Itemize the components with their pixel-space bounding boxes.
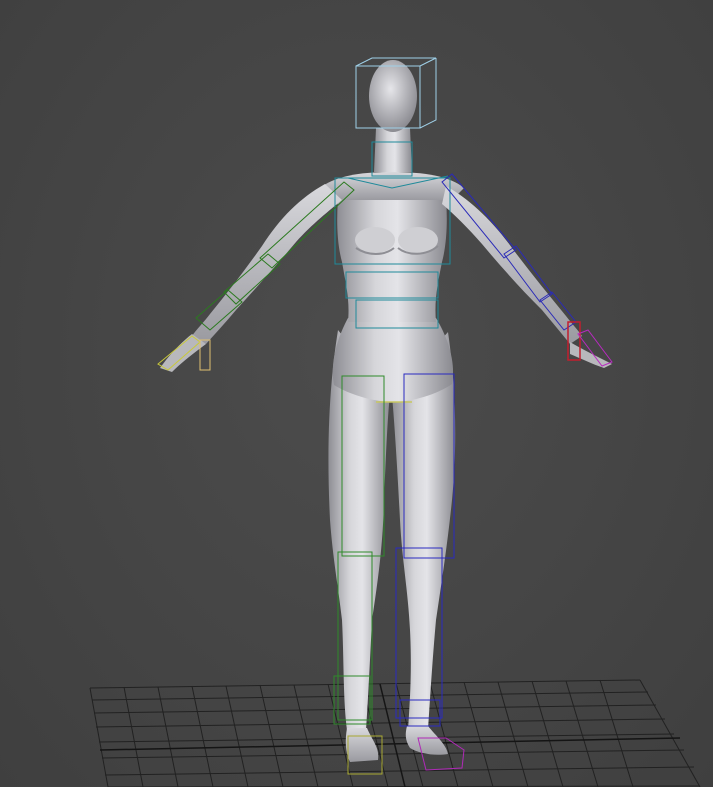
- right-foot-mesh: [405, 726, 448, 755]
- left-hand-mesh: [160, 334, 206, 372]
- pelvis-mesh: [332, 318, 454, 402]
- home-grid: [89, 679, 701, 787]
- 3d-viewport[interactable]: [0, 0, 713, 787]
- left-foot-mesh: [345, 728, 379, 762]
- female-figure-mesh[interactable]: [160, 60, 612, 762]
- head-mesh: [369, 60, 417, 132]
- neck-mesh: [374, 128, 412, 172]
- chest-left: [355, 227, 395, 253]
- viewport-canvas[interactable]: [0, 0, 713, 787]
